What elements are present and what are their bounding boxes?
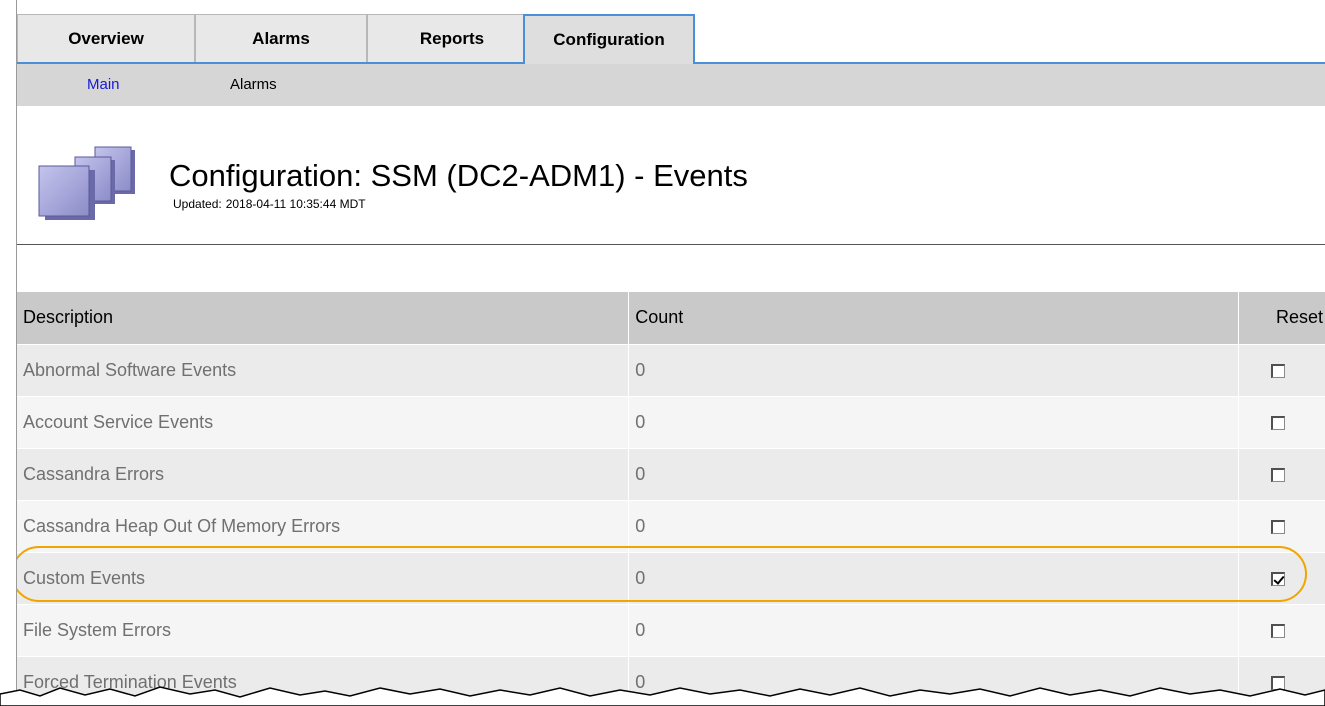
tab-configuration[interactable]: Configuration xyxy=(523,14,695,64)
table-row: Cassandra Errors 0 xyxy=(17,447,1325,500)
tab-bar: Overview Alarms Reports Configuration xyxy=(17,14,1325,64)
reset-checkbox[interactable] xyxy=(1271,623,1285,638)
tab-label: Overview xyxy=(68,28,144,48)
page-title: Configuration: SSM (DC2-ADM1) - Events xyxy=(169,158,748,193)
row-description: Account Service Events xyxy=(17,395,630,448)
row-description: File System Errors xyxy=(17,603,630,656)
updated-timestamp: Updated: 2018-04-11 10:35:44 MDT xyxy=(173,197,366,211)
sub-navigation: Main Alarms xyxy=(17,64,1325,106)
column-header-reset: Reset xyxy=(1238,292,1325,344)
tab-alarms[interactable]: Alarms xyxy=(195,14,367,62)
app-frame: Overview Alarms Reports Configuration Ma… xyxy=(16,0,1325,706)
reset-checkbox[interactable] xyxy=(1271,519,1285,534)
row-count: 0 xyxy=(628,603,1239,656)
updated-label: Updated: xyxy=(173,197,222,211)
row-description: Cassandra Errors xyxy=(17,447,630,500)
column-header-description: Description xyxy=(17,292,630,344)
table-row: File System Errors 0 xyxy=(17,603,1325,656)
row-reset-cell xyxy=(1238,603,1325,656)
row-description: Cassandra Heap Out Of Memory Errors xyxy=(17,499,630,552)
subnav-alarms-link[interactable]: Alarms xyxy=(230,76,277,93)
row-reset-cell xyxy=(1238,551,1325,604)
row-count: 0 xyxy=(628,499,1239,552)
reset-checkbox[interactable] xyxy=(1271,467,1285,482)
table-row-highlighted: Custom Events 0 xyxy=(17,551,1325,604)
table-row: Cassandra Heap Out Of Memory Errors 0 xyxy=(17,499,1325,552)
reset-checkbox[interactable] xyxy=(1271,415,1285,430)
reset-checkbox[interactable] xyxy=(1271,363,1285,378)
row-count: 0 xyxy=(628,395,1239,448)
row-reset-cell xyxy=(1238,343,1325,396)
row-count: 0 xyxy=(628,343,1239,396)
row-count: 0 xyxy=(628,551,1239,604)
table-header-row: Description Count Reset xyxy=(17,292,1325,344)
tab-reports[interactable]: Reports xyxy=(367,14,537,62)
updated-value: 2018-04-11 10:35:44 MDT xyxy=(225,197,366,211)
tab-overview[interactable]: Overview xyxy=(17,14,195,62)
table-row: Account Service Events 0 xyxy=(17,395,1325,448)
subnav-main-link[interactable]: Main xyxy=(87,76,120,93)
stacked-pages-icon xyxy=(38,146,135,220)
table-row: Abnormal Software Events 0 xyxy=(17,343,1325,396)
tab-label: Configuration xyxy=(553,30,665,49)
torn-edge-decoration xyxy=(0,686,1325,706)
row-description: Abnormal Software Events xyxy=(17,343,630,396)
row-reset-cell xyxy=(1238,395,1325,448)
tab-label: Alarms xyxy=(252,28,310,48)
tab-label: Reports xyxy=(419,28,485,48)
column-header-count: Count xyxy=(628,292,1239,344)
row-reset-cell xyxy=(1238,499,1325,552)
reset-checkbox-checked[interactable] xyxy=(1271,571,1285,586)
row-description: Custom Events xyxy=(17,551,630,604)
row-reset-cell xyxy=(1238,447,1325,500)
page-header: Configuration: SSM (DC2-ADM1) - Events U… xyxy=(17,106,1325,245)
row-count: 0 xyxy=(628,447,1239,500)
events-table: Description Count Reset Abnormal Softwar… xyxy=(17,292,1325,706)
